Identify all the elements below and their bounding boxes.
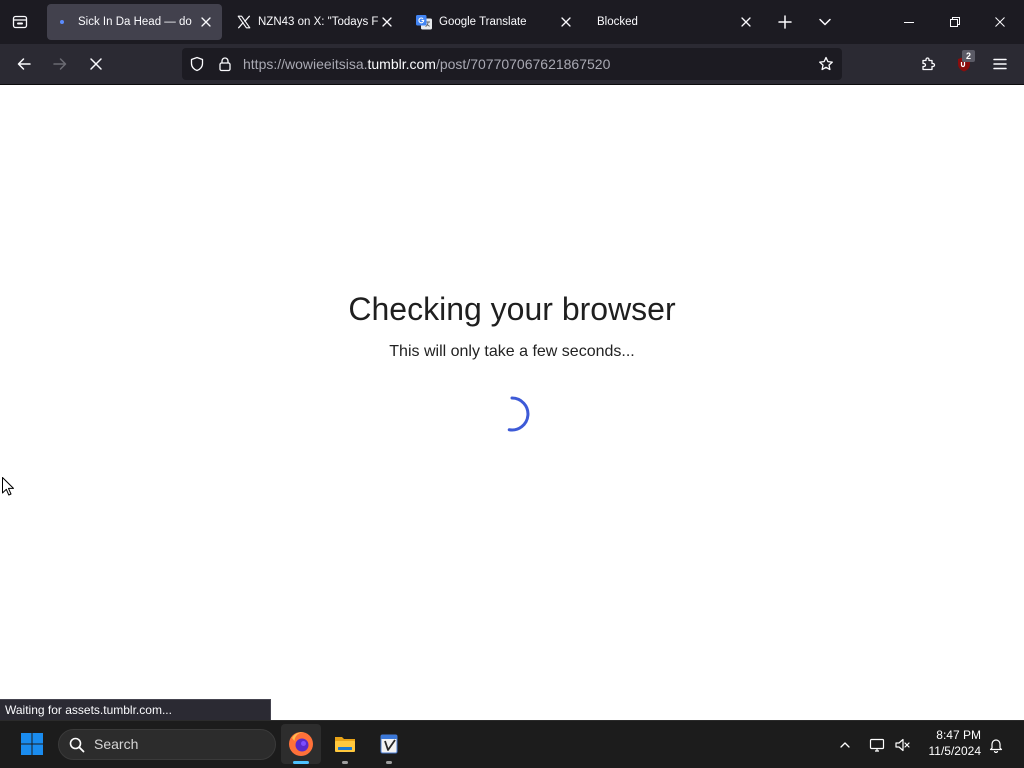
tab-close-button[interactable] bbox=[379, 14, 395, 30]
ublock-origin-button[interactable]: 2 bbox=[948, 48, 980, 80]
bookmark-star-icon bbox=[819, 56, 833, 71]
windows-taskbar: Search 8:47 PM 11/5/2024 bbox=[0, 720, 1024, 768]
forward-button[interactable] bbox=[44, 48, 76, 80]
clock-date: 11/5/2024 bbox=[928, 744, 982, 758]
tab-blocked[interactable]: Blocked bbox=[590, 4, 760, 40]
application-menu-button[interactable] bbox=[984, 48, 1016, 80]
restore-icon bbox=[950, 17, 960, 27]
mouse-pointer-icon bbox=[2, 477, 14, 496]
bookmark-button[interactable] bbox=[814, 48, 838, 80]
close-icon bbox=[382, 17, 392, 27]
window-close-icon bbox=[995, 17, 1005, 27]
stop-loading-icon bbox=[90, 58, 102, 70]
close-icon bbox=[741, 17, 751, 27]
back-button[interactable] bbox=[8, 48, 40, 80]
windows-logo-icon bbox=[21, 733, 43, 755]
url-path: /post/707707067621867520 bbox=[435, 56, 611, 72]
firefox-icon bbox=[289, 732, 313, 756]
url-prefix: https://wowieeitsisa. bbox=[243, 56, 368, 72]
tracking-shield-icon bbox=[190, 56, 204, 72]
back-arrow-icon bbox=[17, 58, 31, 70]
chevron-down-icon bbox=[819, 18, 831, 26]
hamburger-menu-icon bbox=[993, 58, 1007, 70]
network-monitor-icon bbox=[869, 738, 885, 752]
tab-title: Blocked bbox=[597, 16, 638, 28]
page-message: This will only take a few seconds... bbox=[389, 343, 635, 360]
minimize-icon bbox=[904, 22, 914, 23]
tab-close-button[interactable] bbox=[738, 14, 754, 30]
loading-spinner-icon bbox=[507, 396, 530, 432]
close-icon bbox=[561, 17, 571, 27]
tab-google-translate[interactable]: Google Translate bbox=[410, 4, 582, 40]
extension-badge: 2 bbox=[962, 50, 975, 62]
notification-center-button[interactable] bbox=[982, 729, 1010, 761]
search-label: Search bbox=[94, 736, 139, 752]
loading-dot-icon bbox=[60, 20, 64, 24]
text-editor-app-icon bbox=[380, 734, 398, 754]
chevron-up-icon bbox=[840, 742, 850, 748]
tab-title: Google Translate bbox=[439, 16, 527, 28]
active-app-indicator bbox=[293, 761, 309, 764]
minimize-window-button[interactable] bbox=[886, 0, 932, 44]
taskbar-app-text-editor[interactable] bbox=[369, 724, 409, 764]
google-translate-icon bbox=[416, 14, 432, 30]
plus-icon bbox=[778, 15, 792, 29]
status-bar: Waiting for assets.tumblr.com... bbox=[0, 699, 271, 720]
firefox-view-button[interactable] bbox=[6, 8, 34, 36]
taskbar-app-firefox[interactable] bbox=[281, 724, 321, 764]
page-heading: Checking your browser bbox=[348, 291, 676, 327]
show-hidden-icons-button[interactable] bbox=[831, 729, 859, 761]
forward-arrow-icon bbox=[53, 58, 67, 70]
file-explorer-icon bbox=[335, 737, 355, 752]
site-info-button[interactable] bbox=[213, 48, 237, 80]
extensions-puzzle-icon bbox=[922, 57, 936, 71]
taskbar-clock[interactable]: 8:47 PM 11/5/2024 bbox=[905, 727, 982, 759]
tab-nzn43-on-x[interactable]: NZN43 on X: "Todays F bbox=[230, 4, 402, 40]
taskbar-app-file-explorer[interactable] bbox=[325, 724, 365, 764]
tab-title: NZN43 on X: "Todays F bbox=[258, 16, 378, 28]
address-bar[interactable]: https://wowieeitsisa.tumblr.com/post/707… bbox=[182, 48, 842, 80]
running-app-indicator bbox=[386, 761, 392, 764]
new-tab-button[interactable] bbox=[771, 8, 799, 36]
start-button[interactable] bbox=[12, 724, 52, 764]
url-text[interactable]: https://wowieeitsisa.tumblr.com/post/707… bbox=[243, 48, 610, 80]
x-logo-icon bbox=[237, 15, 251, 29]
navigation-toolbar: https://wowieeitsisa.tumblr.com/post/707… bbox=[0, 44, 1024, 85]
close-icon bbox=[201, 17, 211, 27]
notification-bell-icon bbox=[989, 739, 1003, 753]
list-all-tabs-button[interactable] bbox=[811, 8, 839, 36]
tab-close-button[interactable] bbox=[198, 14, 214, 30]
clock-time: 8:47 PM bbox=[936, 728, 981, 742]
taskbar-search-box[interactable]: Search bbox=[58, 729, 276, 760]
tracking-protection-button[interactable] bbox=[185, 48, 209, 80]
extensions-button[interactable] bbox=[912, 48, 944, 80]
search-icon bbox=[69, 737, 85, 753]
tab-strip: Sick In Da Head — do NZN43 on X: "Todays… bbox=[0, 0, 1024, 44]
network-status-button[interactable] bbox=[863, 729, 891, 761]
running-app-indicator bbox=[342, 761, 348, 764]
lock-icon bbox=[219, 57, 231, 72]
restore-window-button[interactable] bbox=[932, 0, 978, 44]
tab-sick-in-da-head[interactable]: Sick In Da Head — do bbox=[47, 4, 222, 40]
stop-loading-button[interactable] bbox=[80, 48, 112, 80]
firefox-view-icon bbox=[12, 15, 28, 29]
tab-title: Sick In Da Head — do bbox=[78, 16, 192, 28]
tab-close-button[interactable] bbox=[558, 14, 574, 30]
close-window-button[interactable] bbox=[977, 0, 1023, 44]
url-domain: tumblr.com bbox=[367, 56, 436, 72]
